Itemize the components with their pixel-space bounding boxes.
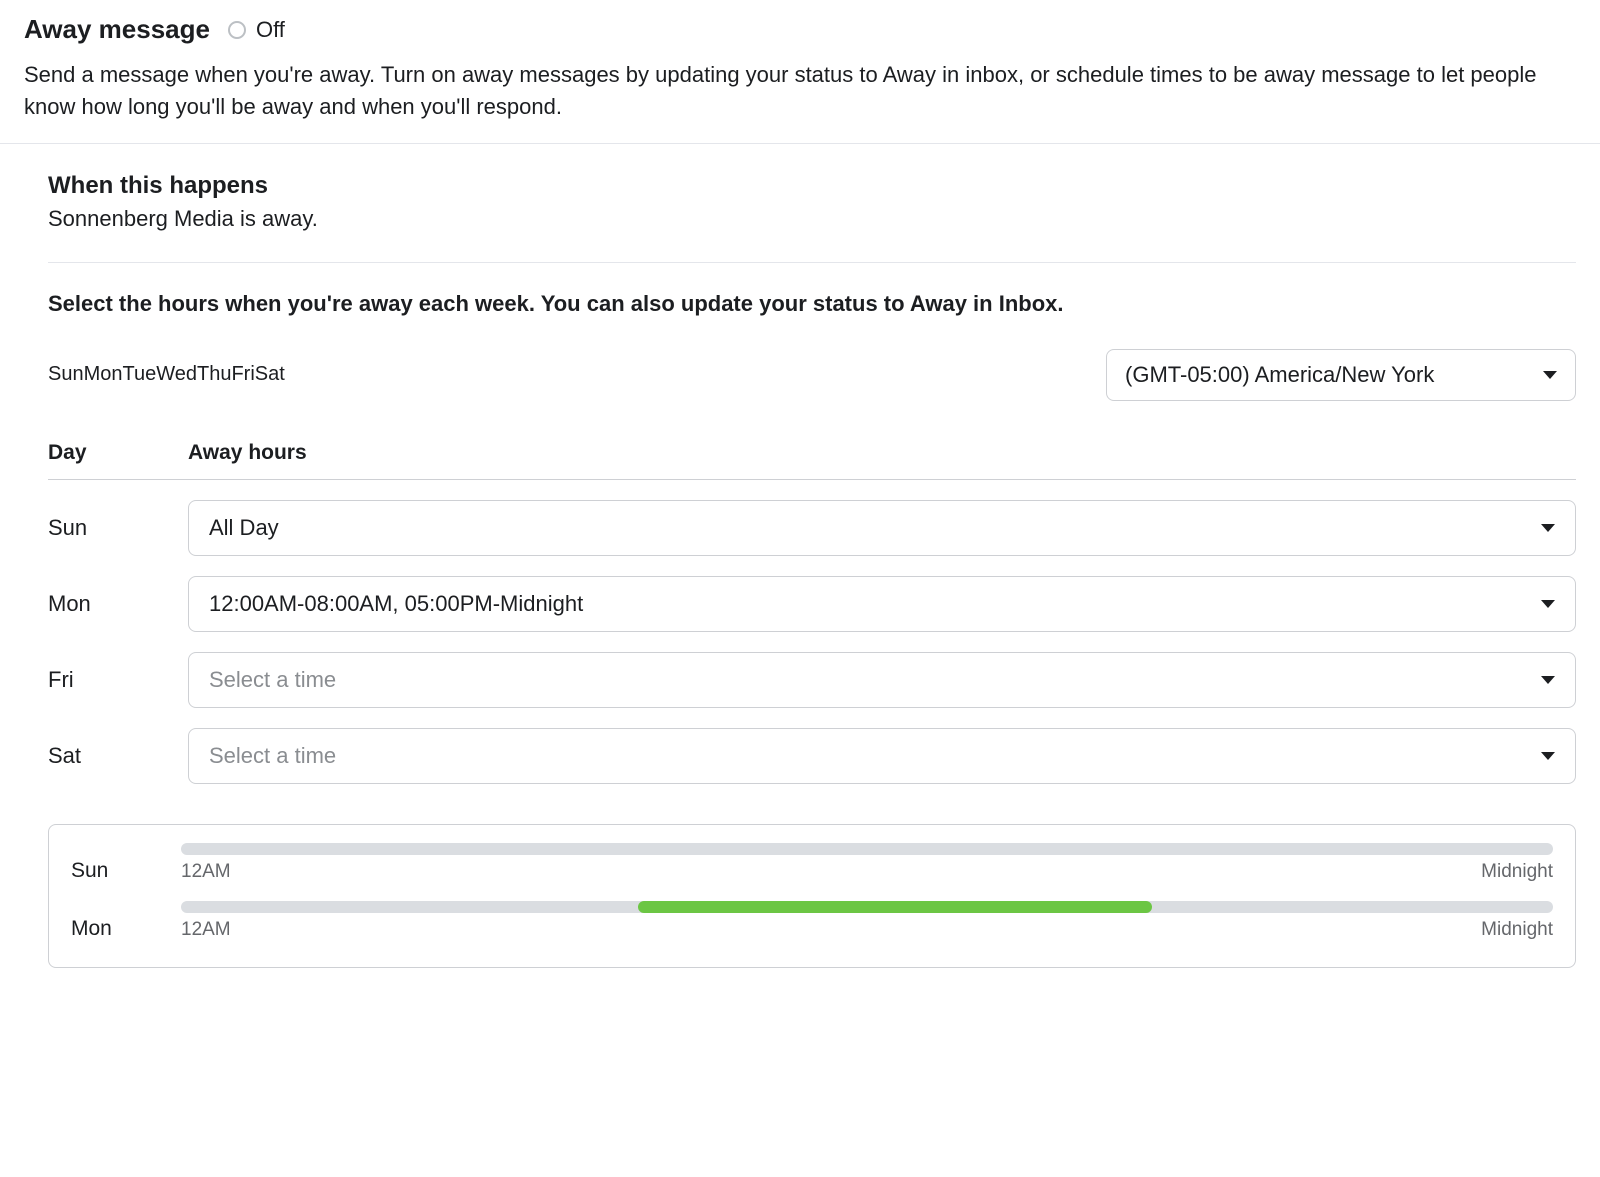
day-chip-fri[interactable]: Fri (231, 363, 254, 386)
day-chip-mon[interactable]: Mon (84, 363, 123, 386)
timeline-row: Mon 12AM Midnight (71, 901, 1553, 955)
day-chip-sun[interactable]: Sun (48, 363, 84, 386)
timeline-row: Sun 12AM Midnight (71, 843, 1553, 897)
timeline-track-sun[interactable] (181, 843, 1553, 855)
day-chip-wed[interactable]: Wed (156, 363, 197, 386)
day-chip-sat[interactable]: Sat (255, 363, 285, 386)
timeline-track-mon[interactable] (181, 901, 1553, 913)
table-header: Day Away hours (48, 441, 1576, 480)
when-subtitle: Sonnenberg Media is away. (48, 206, 1576, 263)
chevron-down-icon (1541, 752, 1555, 760)
select-hours-description: Select the hours when you're away each w… (48, 291, 1576, 317)
timeline-track-wrap: 12AM Midnight (181, 843, 1553, 897)
away-hours-value: 12:00AM-08:00AM, 05:00PM-Midnight (209, 591, 583, 617)
timeline-start-label: 12AM (181, 919, 231, 941)
timeline-track-wrap: 12AM Midnight (181, 901, 1553, 955)
chevron-down-icon (1541, 524, 1555, 532)
table-row: Sat Select a time (48, 708, 1576, 784)
day-label: Mon (48, 591, 188, 617)
radio-off-icon (228, 21, 246, 39)
column-away-hours: Away hours (188, 441, 1576, 465)
status-label: Off (256, 17, 285, 43)
chevron-down-icon (1543, 371, 1557, 379)
day-label: Fri (48, 667, 188, 693)
timeline-labels: 12AM Midnight (181, 861, 1553, 883)
timeline-box: Sun 12AM Midnight Mon 12AM Midnight (48, 824, 1576, 968)
away-hours-select[interactable]: 12:00AM-08:00AM, 05:00PM-Midnight (188, 576, 1576, 632)
away-hours-placeholder: Select a time (209, 667, 336, 693)
day-chip-thu[interactable]: Thu (197, 363, 231, 386)
page-description: Send a message when you're away. Turn on… (24, 59, 1576, 123)
away-hours-select[interactable]: Select a time (188, 652, 1576, 708)
page-header: Away message Off Send a message when you… (0, 0, 1600, 144)
days-timezone-row: Sun Mon Tue Wed Thu Fri Sat (GMT-05:00) … (48, 349, 1576, 401)
timeline-start-label: 12AM (181, 861, 231, 883)
timeline-day-label: Mon (71, 915, 181, 941)
away-hours-placeholder: Select a time (209, 743, 336, 769)
status-toggle[interactable]: Off (228, 17, 285, 43)
when-title: When this happens (48, 172, 1576, 200)
timeline-end-label: Midnight (1481, 919, 1553, 941)
away-hours-select[interactable]: Select a time (188, 728, 1576, 784)
content-region: When this happens Sonnenberg Media is aw… (0, 144, 1600, 992)
chevron-down-icon (1541, 676, 1555, 684)
away-hours-value: All Day (209, 515, 279, 541)
days-strip[interactable]: Sun Mon Tue Wed Thu Fri Sat (48, 363, 285, 386)
timeline-active-segment (638, 901, 1153, 913)
timezone-select[interactable]: (GMT-05:00) America/New York (1106, 349, 1576, 401)
column-day: Day (48, 441, 188, 465)
table-row: Mon 12:00AM-08:00AM, 05:00PM-Midnight (48, 556, 1576, 632)
table-row: Fri Select a time (48, 632, 1576, 708)
chevron-down-icon (1541, 600, 1555, 608)
timeline-end-label: Midnight (1481, 861, 1553, 883)
day-chip-tue[interactable]: Tue (123, 363, 157, 386)
timeline-labels: 12AM Midnight (181, 919, 1553, 941)
day-label: Sat (48, 743, 188, 769)
page-title: Away message (24, 14, 210, 45)
table-row: Sun All Day (48, 480, 1576, 556)
away-hours-select[interactable]: All Day (188, 500, 1576, 556)
title-row: Away message Off (24, 14, 1576, 45)
timeline-day-label: Sun (71, 857, 181, 883)
timezone-value: (GMT-05:00) America/New York (1125, 362, 1434, 388)
day-label: Sun (48, 515, 188, 541)
